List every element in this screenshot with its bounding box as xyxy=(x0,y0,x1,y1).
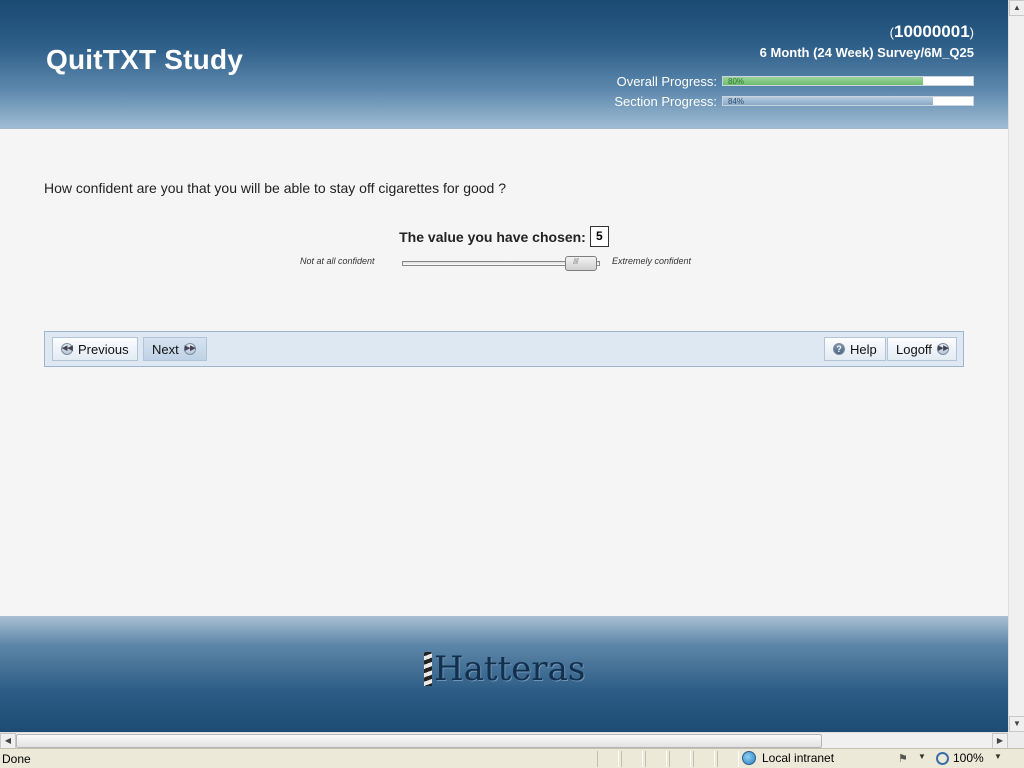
logoff-button-label: Logoff xyxy=(896,341,932,357)
status-pane xyxy=(621,751,643,767)
horizontal-scrollbar[interactable]: ◀ ▶ xyxy=(0,732,1008,749)
protected-mode-dropdown-icon[interactable]: ▼ xyxy=(918,752,926,761)
participant-paren-close: ) xyxy=(969,25,974,40)
slider-min-label: Not at all confident xyxy=(300,256,375,266)
chosen-value-box: 5 xyxy=(589,226,609,247)
next-button[interactable]: Next ▶▶ xyxy=(143,337,207,361)
overall-progress-text: 80% xyxy=(728,77,745,86)
navigation-bar: ◀◀ Previous Next ▶▶ ? Help Logoff ▶▶ xyxy=(44,331,964,367)
previous-icon: ◀◀ xyxy=(61,343,73,355)
status-pane xyxy=(597,751,619,767)
overall-progress-label: Overall Progress: xyxy=(616,73,717,89)
section-progress-fill xyxy=(723,97,933,105)
survey-name: 6 Month (24 Week) Survey/6M_Q25 xyxy=(759,45,974,60)
logoff-button[interactable]: Logoff ▶▶ xyxy=(887,337,957,361)
protected-mode-icon[interactable]: ⚑ xyxy=(898,752,914,765)
next-icon: ▶▶ xyxy=(183,343,196,355)
security-zone-label: Local intranet xyxy=(762,751,835,765)
scroll-left-icon[interactable]: ◀ xyxy=(0,733,16,749)
section-progress-text: 84% xyxy=(728,97,745,106)
zoom-control[interactable]: 100% xyxy=(936,751,984,765)
logo-text: Hatteras xyxy=(434,649,586,689)
previous-button-label: Previous xyxy=(78,341,129,357)
status-pane xyxy=(693,751,715,767)
slider-handle[interactable] xyxy=(565,256,597,271)
scroll-up-icon[interactable]: ▲ xyxy=(1009,0,1024,16)
status-pane xyxy=(669,751,691,767)
next-button-label: Next xyxy=(152,341,179,357)
previous-button[interactable]: ◀◀ Previous xyxy=(52,337,138,361)
logoff-icon: ▶▶ xyxy=(936,343,949,355)
status-bar: Done Local intranet ⚑ ▼ 100% ▼ xyxy=(0,748,1024,768)
security-zone[interactable]: Local intranet xyxy=(742,751,834,765)
lighthouse-icon xyxy=(424,652,432,686)
help-button[interactable]: ? Help xyxy=(824,337,886,361)
participant-id-value: 10000001 xyxy=(894,22,970,41)
horizontal-scroll-thumb[interactable] xyxy=(16,734,822,748)
globe-icon xyxy=(742,751,756,765)
hatteras-logo: Hatteras xyxy=(424,652,585,686)
zoom-level: 100% xyxy=(953,751,984,765)
confidence-slider: Not at all confident Extremely confident xyxy=(300,255,720,271)
section-progress-bar: 84% xyxy=(722,96,974,106)
status-text: Done xyxy=(2,752,31,766)
question-text: How confident are you that you will be a… xyxy=(44,180,507,196)
app-title: QuitTXT Study xyxy=(46,44,244,75)
section-progress-label: Section Progress: xyxy=(614,93,717,109)
overall-progress: Overall Progress: 80% xyxy=(617,73,974,89)
chosen-value-row: The value you have chosen: 5 xyxy=(0,226,1008,247)
footer: Hatteras xyxy=(0,616,1008,732)
header: QuitTXT Study (10000001) 6 Month (24 Wee… xyxy=(0,0,1008,129)
help-button-label: Help xyxy=(850,341,877,357)
zoom-dropdown-icon[interactable]: ▼ xyxy=(994,752,1002,761)
scrollbar-corner xyxy=(1008,732,1024,748)
status-pane xyxy=(645,751,667,767)
status-pane xyxy=(717,751,739,767)
scroll-right-icon[interactable]: ▶ xyxy=(992,733,1008,749)
section-progress: Section Progress: 84% xyxy=(614,93,974,109)
chosen-value-label: The value you have chosen: xyxy=(399,228,586,245)
help-icon: ? xyxy=(833,343,845,355)
overall-progress-bar: 80% xyxy=(722,76,974,86)
overall-progress-fill xyxy=(723,77,923,85)
scroll-down-icon[interactable]: ▼ xyxy=(1009,716,1024,732)
slider-max-label: Extremely confident xyxy=(612,256,692,266)
participant-id: (10000001) xyxy=(890,22,974,42)
zoom-icon xyxy=(936,751,949,765)
vertical-scrollbar[interactable]: ▲ ▼ xyxy=(1008,0,1024,732)
